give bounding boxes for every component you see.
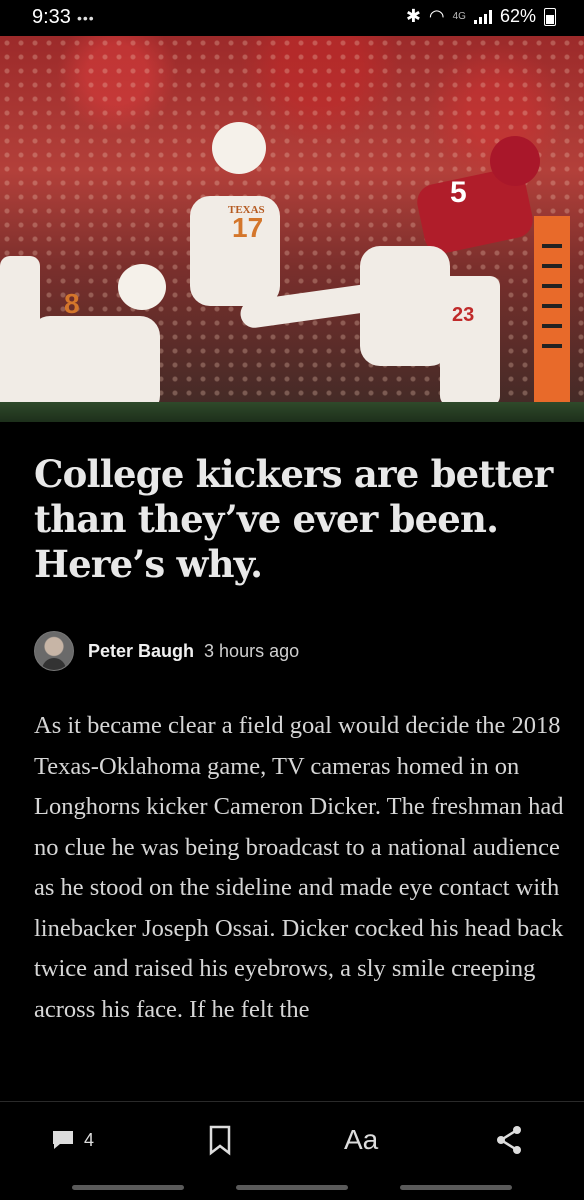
share-icon <box>497 1126 521 1154</box>
bookmark-icon <box>209 1125 231 1156</box>
sideline-marker <box>534 216 570 422</box>
hero-image: 8 17 TEXAS 5 23 <box>0 36 584 422</box>
status-bar: 9:33 ••• ✱ ◠ 4G 62% <box>0 0 584 36</box>
publish-time: 3 hours ago <box>204 640 300 661</box>
share-button[interactable] <box>494 1120 524 1160</box>
comments-count: 4 <box>84 1129 95 1150</box>
article-body: As it became clear a field goal would de… <box>34 712 564 1023</box>
defender-legs <box>360 246 450 366</box>
background-player-number: 23 <box>452 304 475 326</box>
bottom-action-bar: 4 Aa <box>0 1101 584 1178</box>
bookmark-button[interactable] <box>206 1120 234 1160</box>
article-headline: College kickers are better than they’ve … <box>34 452 553 586</box>
author-avatar[interactable] <box>34 631 74 671</box>
system-nav-bar <box>0 1177 584 1200</box>
holder-helmet <box>118 264 166 310</box>
background-player <box>440 276 500 406</box>
font-size-icon: Aa <box>344 1124 379 1155</box>
comments-button[interactable]: 4 <box>50 1120 94 1160</box>
status-time: 9:33 <box>32 6 71 28</box>
battery-icon <box>544 7 556 26</box>
battery-percent: 62% <box>499 6 536 26</box>
comment-icon <box>53 1131 73 1149</box>
defender-helmet <box>490 136 540 186</box>
signal-icon <box>473 9 492 24</box>
holder-number: 8 <box>64 288 80 319</box>
bluetooth-icon: ✱ <box>405 6 421 26</box>
nav-handle[interactable] <box>72 1185 184 1190</box>
kicker-jersey-text: TEXAS <box>228 204 265 216</box>
kicker-helmet <box>212 122 266 174</box>
notification-dots: ••• <box>76 9 95 26</box>
defender-number: 5 <box>450 176 467 209</box>
nav-handle[interactable] <box>236 1185 348 1190</box>
kicker-number: 17 <box>232 212 264 243</box>
background-player <box>0 256 40 416</box>
font-size-button[interactable]: Aa <box>344 1120 378 1160</box>
network-type: 4G <box>452 11 466 22</box>
byline: Peter Baugh 3 hours ago <box>34 630 299 672</box>
nav-handle[interactable] <box>400 1185 512 1190</box>
author-name[interactable]: Peter Baugh <box>88 641 194 662</box>
holder-player <box>30 316 160 416</box>
wifi-icon: ◠ <box>428 6 445 26</box>
field-turf <box>0 402 584 422</box>
